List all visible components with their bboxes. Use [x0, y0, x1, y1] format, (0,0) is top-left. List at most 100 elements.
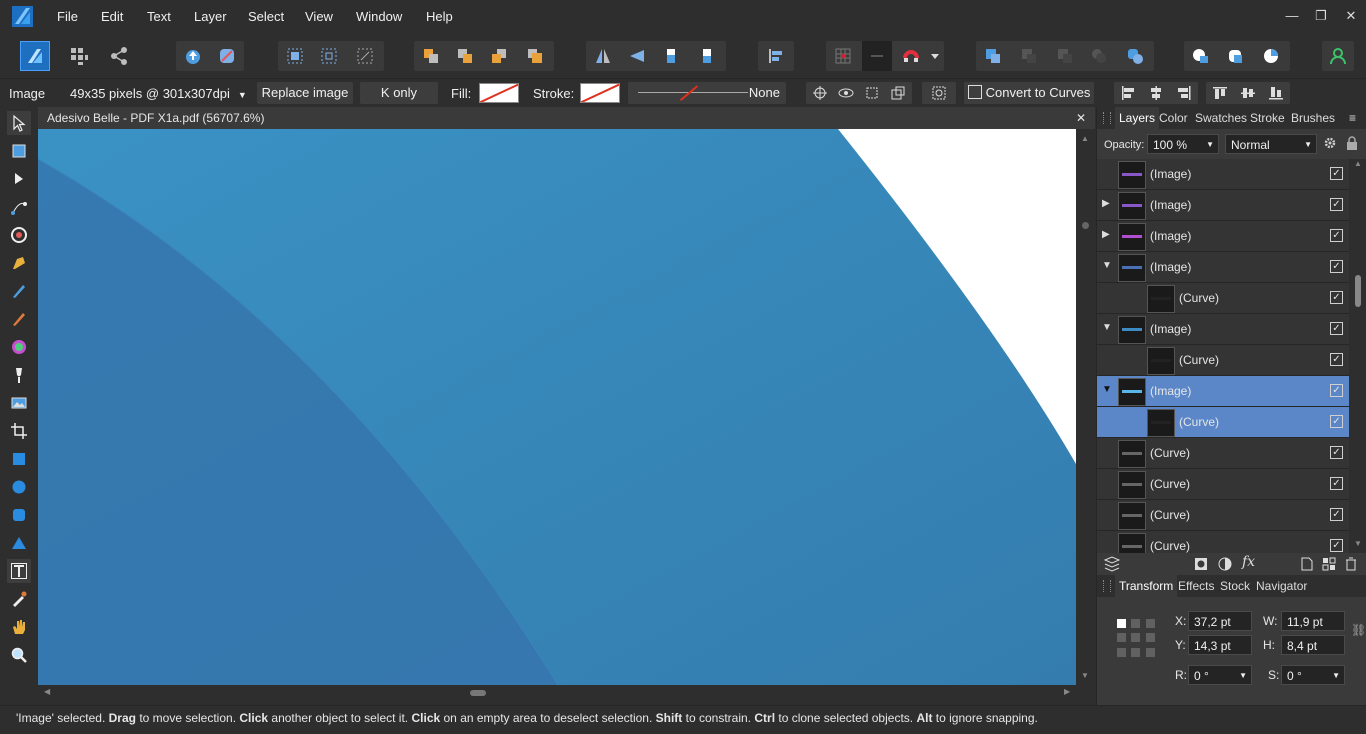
scroll-up-icon[interactable]: ▲ [1081, 134, 1089, 143]
triangle-tool-icon[interactable] [7, 531, 31, 555]
menu-view[interactable]: View [305, 0, 333, 34]
layer-row[interactable]: ▶ (Image) ✓ [1097, 190, 1349, 221]
pen-tool-icon[interactable] [7, 251, 31, 275]
layer-row[interactable]: (Curve) ✓ [1097, 283, 1349, 314]
layer-visibility-checkbox[interactable]: ✓ [1330, 291, 1343, 304]
scroll-right-icon[interactable]: ▶ [1064, 687, 1070, 696]
transparency-tool-icon[interactable] [7, 363, 31, 387]
align-center-icon[interactable] [1148, 85, 1164, 108]
rotation-field[interactable]: 0 ° ▼ [1188, 665, 1252, 685]
layer-row[interactable]: (Curve) ✓ [1097, 438, 1349, 469]
opacity-field[interactable]: 100 % ▼ [1147, 134, 1219, 154]
boolean-intersect-icon[interactable] [1050, 41, 1080, 71]
horizontal-scroll-thumb[interactable] [470, 690, 486, 696]
layer-visibility-checkbox[interactable]: ✓ [1330, 508, 1343, 521]
align-top-icon[interactable] [1212, 85, 1228, 108]
affinity-logo-icon[interactable] [12, 6, 33, 27]
stroke-swatch[interactable] [580, 83, 620, 103]
snapping-magnet-icon[interactable] [896, 41, 926, 71]
move-to-back-icon[interactable] [416, 41, 446, 71]
crosshair-icon[interactable] [812, 85, 828, 108]
menu-help[interactable]: Help [426, 0, 453, 34]
adjustment-icon[interactable] [1218, 557, 1232, 574]
layers-scroll-thumb[interactable] [1355, 275, 1361, 307]
align-middle-icon[interactable] [1240, 85, 1256, 108]
layer-visibility-checkbox[interactable]: ✓ [1330, 353, 1343, 366]
layer-row[interactable]: ▶ (Image) ✓ [1097, 221, 1349, 252]
insert-behind-icon[interactable] [1186, 41, 1216, 71]
zoom-tool-icon[interactable] [7, 643, 31, 667]
hand-tool-icon[interactable] [7, 615, 31, 639]
menu-text[interactable]: Text [147, 0, 171, 34]
grid-icon[interactable] [828, 41, 858, 71]
minimize-button[interactable]: — [1277, 4, 1307, 28]
layer-visibility-checkbox[interactable]: ✓ [1330, 477, 1343, 490]
layer-row[interactable]: (Curve) ✓ [1097, 345, 1349, 376]
fill-swatch[interactable] [479, 83, 519, 103]
layer-visibility-checkbox[interactable]: ✓ [1330, 384, 1343, 397]
snapping-dropdown-icon[interactable] [926, 41, 944, 71]
x-field[interactable]: 37,2 pt [1188, 611, 1252, 631]
w-field[interactable]: 11,9 pt [1281, 611, 1345, 631]
panel-grip-icon[interactable] [1103, 112, 1111, 124]
boolean-xor-icon[interactable] [1084, 41, 1114, 71]
layer-row[interactable]: (Image) ✓ [1097, 159, 1349, 190]
layer-visibility-checkbox[interactable]: ✓ [1330, 322, 1343, 335]
image-info-dropdown[interactable]: 49x35 pixels @ 301x307dpi ▼ [70, 79, 247, 108]
place-image-tool-icon[interactable] [7, 391, 31, 415]
move-to-front-icon[interactable] [520, 41, 550, 71]
layer-visibility-checkbox[interactable]: ✓ [1330, 167, 1343, 180]
boolean-divide-icon[interactable] [1120, 41, 1150, 71]
scroll-left-icon[interactable]: ◀ [44, 687, 50, 696]
corner-tool-icon[interactable] [7, 223, 31, 247]
vector-brush-tool-icon[interactable] [7, 307, 31, 331]
close-window-button[interactable]: ✕ [1336, 4, 1366, 28]
menu-file[interactable]: File [57, 0, 78, 34]
tab-navigator[interactable]: Navigator [1256, 575, 1307, 597]
bottom-panel-grip-icon[interactable] [1103, 580, 1111, 592]
menu-edit[interactable]: Edit [101, 0, 123, 34]
account-icon[interactable] [1323, 41, 1353, 71]
horizontal-scrollbar[interactable]: ◀ ▶ [38, 685, 1076, 701]
rotate-left-icon[interactable] [656, 41, 686, 71]
fit-icon[interactable] [864, 85, 880, 108]
h-field[interactable]: 8,4 pt [1281, 635, 1345, 655]
layers-scroll-down-icon[interactable]: ▼ [1354, 539, 1362, 548]
tab-stock[interactable]: Stock [1220, 575, 1250, 597]
shear-field[interactable]: 0 ° ▼ [1281, 665, 1345, 685]
layer-row[interactable]: (Curve) ✓ [1097, 407, 1349, 438]
move-forward-icon[interactable] [484, 41, 514, 71]
layer-row[interactable]: ▼ (Image) ✓ [1097, 252, 1349, 283]
assistant-icon[interactable] [212, 41, 242, 71]
add-pixel-layer-icon[interactable] [1322, 557, 1336, 574]
tab-layers[interactable]: Layers [1115, 107, 1160, 129]
vertical-scroll-thumb[interactable] [1082, 222, 1089, 229]
ellipse-tool-icon[interactable] [7, 475, 31, 499]
rotate-right-icon[interactable] [692, 41, 722, 71]
insert-inside-icon[interactable] [1256, 41, 1286, 71]
artboard-tool-icon[interactable] [7, 139, 31, 163]
menu-layer[interactable]: Layer [194, 0, 227, 34]
close-document-icon[interactable]: ✕ [1076, 107, 1086, 129]
k-only-button[interactable]: K only [360, 82, 438, 104]
layers-scrollbar[interactable]: ▲ ▼ [1349, 159, 1366, 553]
tab-transform[interactable]: Transform [1115, 575, 1178, 597]
flip-vertical-icon[interactable] [622, 41, 652, 71]
guides-icon[interactable] [862, 41, 892, 71]
export-persona-icon[interactable] [104, 41, 134, 71]
document-canvas[interactable] [38, 129, 1076, 685]
boolean-subtract-icon[interactable] [1014, 41, 1044, 71]
invert-selection-icon[interactable] [350, 41, 380, 71]
rectangle-tool-icon[interactable] [7, 447, 31, 471]
reset-selection-box-button[interactable] [922, 82, 956, 104]
layer-row[interactable]: (Curve) ✓ [1097, 469, 1349, 500]
fill-tool-icon[interactable] [7, 335, 31, 359]
move-tool-icon[interactable] [7, 111, 31, 135]
layer-row[interactable]: (Curve) ✓ [1097, 531, 1349, 553]
pixel-persona-icon[interactable] [64, 41, 94, 71]
menu-window[interactable]: Window [356, 0, 402, 34]
convert-to-curves-button[interactable]: Convert to Curves [964, 82, 1094, 104]
panel-menu-icon[interactable]: ≡ [1349, 107, 1356, 129]
add-layer-icon[interactable] [1301, 557, 1313, 574]
replace-image-button[interactable]: Replace image [257, 82, 353, 104]
